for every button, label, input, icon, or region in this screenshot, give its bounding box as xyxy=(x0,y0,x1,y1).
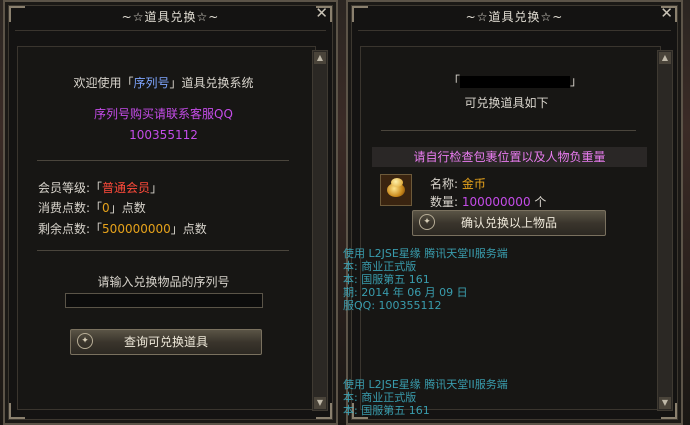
redacted-serial xyxy=(460,75,571,88)
button-emblem-icon: ✦ xyxy=(77,333,93,349)
close-icon[interactable]: ✕ xyxy=(660,4,673,22)
purchase-note: 序列号购买请联系客服QQ xyxy=(94,107,233,121)
background-edge-right xyxy=(682,0,690,425)
item-quantity-row: 数量: 100000000 个 xyxy=(430,195,547,209)
serial-display: 「」 xyxy=(448,74,583,88)
divider xyxy=(37,250,289,251)
left-exchange-window: ~☆道具兑换☆~ ✕ ▲ ▼ 欢迎使用「序列号」道具兑换系统 序列号购买请联系客… xyxy=(3,0,338,425)
divider xyxy=(37,160,289,161)
overlay-line: 期: 2014 年 06 月 09 日 xyxy=(343,286,468,299)
server-info-overlay-2: 使用 L2JSE星缘 腾讯天堂II服务端 本: 商业正式版 本: 国服第五 16… xyxy=(343,378,508,417)
member-level-row: 会员等级:「普通会员」 xyxy=(38,181,163,195)
confirm-exchange-button[interactable]: ✦ 确认兑换以上物品 xyxy=(412,210,606,236)
serial-prompt: 请输入兑换物品的序列号 xyxy=(97,275,230,289)
overlay-line: 本: 商业正式版 xyxy=(343,260,417,273)
spent-points-row: 消费点数:「0」点数 xyxy=(38,201,146,215)
coin-top-shape xyxy=(391,178,403,187)
overlay-line: 使用 L2JSE星缘 腾讯天堂II服务端 xyxy=(343,247,508,260)
button-emblem-icon: ✦ xyxy=(419,214,435,230)
overlay-line: 使用 L2JSE星缘 腾讯天堂II服务端 xyxy=(343,378,508,391)
window-title: ~☆道具兑换☆~ xyxy=(121,10,220,24)
welcome-text: 欢迎使用「序列号」道具兑换系统 xyxy=(73,76,254,90)
scroll-up-icon[interactable]: ▲ xyxy=(659,52,671,64)
window-title: ~☆道具兑换☆~ xyxy=(465,10,564,24)
title-divider xyxy=(15,30,326,31)
overlay-line: 本: 商业正式版 xyxy=(343,391,417,404)
confirm-button-label: 确认兑换以上物品 xyxy=(460,216,557,230)
close-icon[interactable]: ✕ xyxy=(315,4,328,22)
divider xyxy=(381,130,636,131)
serial-input[interactable] xyxy=(65,293,263,308)
query-button-label: 查询可兑换道具 xyxy=(123,335,208,349)
overlay-line: 本: 国服第五 161 xyxy=(343,273,430,286)
warning-text: 请自行检查包裹位置以及人物负重量 xyxy=(413,150,606,164)
contact-qq: 100355112 xyxy=(129,128,198,142)
warning-bar: 请自行检查包裹位置以及人物负重量 xyxy=(372,147,647,167)
query-button[interactable]: ✦ 查询可兑换道具 xyxy=(70,329,262,355)
title-divider xyxy=(358,30,671,31)
scrollbar[interactable]: ▲ ▼ xyxy=(312,50,328,411)
scroll-up-icon[interactable]: ▲ xyxy=(314,52,326,64)
scroll-down-icon[interactable]: ▼ xyxy=(314,397,326,409)
overlay-line: 服QQ: 100355112 xyxy=(343,299,442,312)
scrollbar[interactable]: ▲ ▼ xyxy=(657,50,673,411)
list-heading: 可兑换道具如下 xyxy=(464,96,549,110)
remaining-points-row: 剩余点数:「500000000」点数 xyxy=(38,222,207,236)
gold-coins-icon xyxy=(380,174,412,206)
right-exchange-window: ~☆道具兑换☆~ ✕ ▲ ▼ 「」 可兑换道具如下 请自行检查包裹位置以及人物负… xyxy=(346,0,683,425)
overlay-line: 本: 国服第五 161 xyxy=(343,404,430,417)
item-name-row: 名称: 金币 xyxy=(430,177,486,191)
scroll-down-icon[interactable]: ▼ xyxy=(659,397,671,409)
server-info-overlay: 使用 L2JSE星缘 腾讯天堂II服务端 本: 商业正式版 本: 国服第五 16… xyxy=(343,247,508,312)
